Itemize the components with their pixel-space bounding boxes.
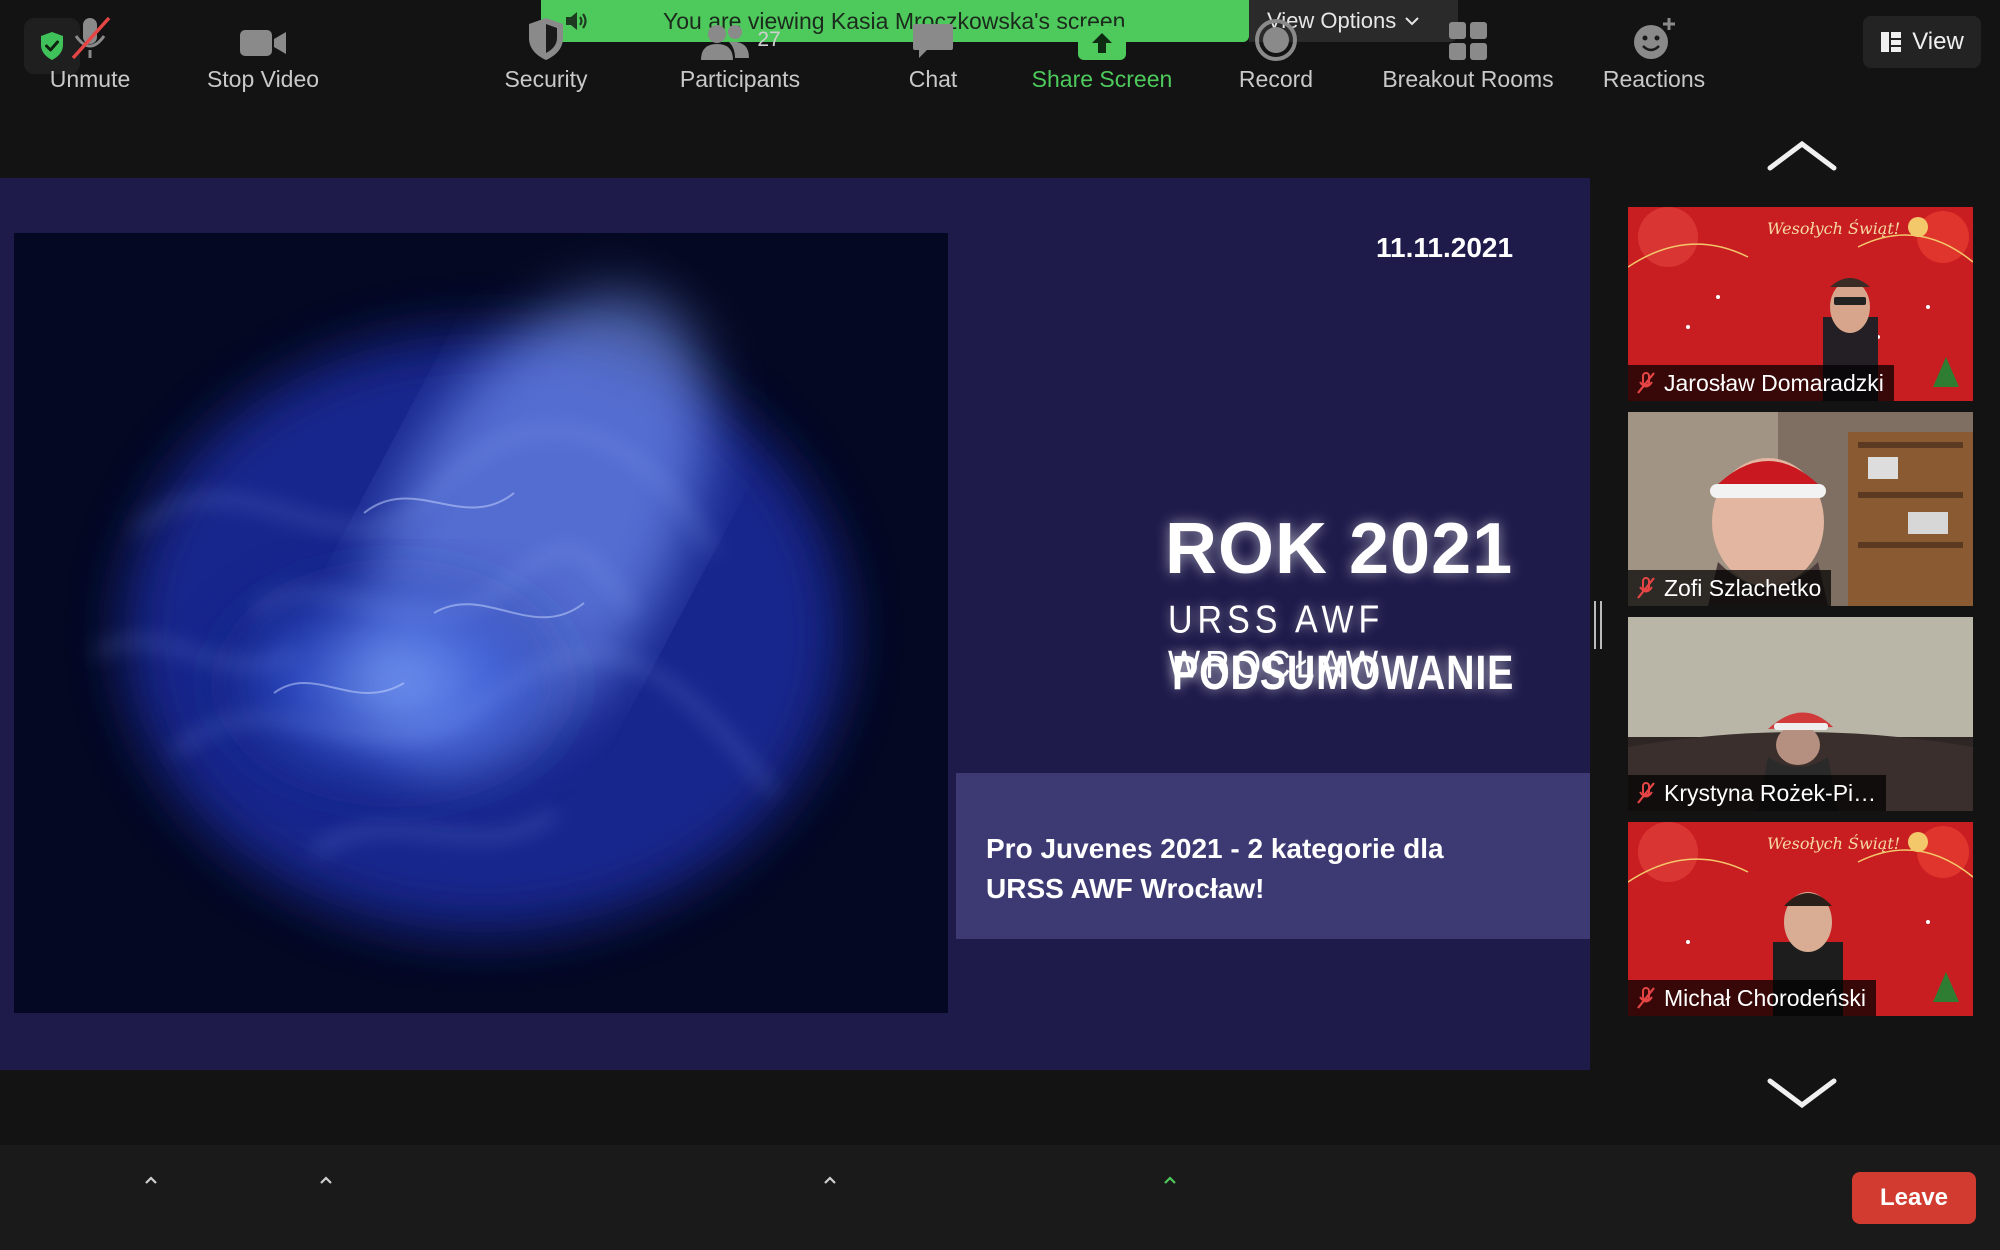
stop-video-label: Stop Video [206,66,320,92]
share-screen-icon [1078,26,1126,60]
participants-label: Participants [679,66,801,92]
muted-mic-icon [1637,782,1655,804]
video-camera-icon [240,30,286,56]
layout-icon [1881,32,1902,52]
greeting-banner-text: Wesołych Świąt! [1767,834,1901,853]
breakout-rooms-button[interactable]: Breakout Rooms [1370,0,1566,105]
muted-mic-icon [1637,372,1655,394]
record-button[interactable]: Record [1226,0,1326,105]
muted-mic-icon [1637,987,1655,1009]
participant-name: Zofi Szlachetko [1664,574,1822,601]
record-label: Record [1238,66,1314,92]
slide-summary-heading: PODSUMOWANIE [1172,647,1515,700]
muted-mic-icon [71,16,111,60]
slide-caption-line-1: Pro Juvenes 2021 - 2 kategorie dla [986,833,1444,864]
greeting-banner-text: Wesołych Świąt! [1767,219,1901,238]
security-button[interactable]: Security [496,0,596,105]
slide-caption-line-2: URSS AWF Wrocław! [986,873,1265,904]
resize-handle[interactable] [1594,601,1602,649]
chat-button[interactable]: Chat [888,0,978,105]
blue-smoke-image [14,233,948,1013]
chat-bubble-icon [913,24,953,58]
slide-caption-box: Pro Juvenes 2021 - 2 kategorie dla URSS … [956,773,1590,939]
participant-tile[interactable]: Wesołych Świąt! Michał Chorodeński [1628,822,1973,1016]
share-screen-button[interactable]: Share Screen [1022,0,1182,105]
view-button-label: View [1912,28,1964,55]
record-icon [1255,19,1297,61]
leave-button[interactable]: Leave [1852,1172,1976,1224]
unmute-label: Unmute [49,66,131,92]
participant-name-tag: Zofi Szlachetko [1628,570,1832,606]
participants-button[interactable]: 27 Participants [670,0,810,105]
reactions-button[interactable]: Reactions [1596,0,1712,105]
participant-tile[interactable]: Wesołych Świąt! Jarosław Domaradzki [1628,207,1973,401]
participants-count: 27 [757,28,781,51]
security-shield-icon [529,18,563,60]
participant-name-tag: Jarosław Domaradzki [1628,365,1894,401]
zoom-meeting-window: You are viewing Kasia Mroczkowska's scre… [0,0,2000,1250]
chevron-down-scroll-icon[interactable] [1766,1075,1838,1111]
stop-video-button[interactable]: Stop Video [200,0,326,105]
participants-options-caret-icon[interactable] [820,1170,840,1190]
share-screen-label: Share Screen [1031,66,1173,92]
breakout-rooms-icon [1449,22,1487,60]
participant-tile[interactable]: Zofi Szlachetko [1628,412,1973,606]
slide-title: ROK 2021 [1165,509,1514,589]
slide-date: 11.11.2021 [1376,232,1514,263]
participant-name: Krystyna Rożek-Pi… [1664,779,1877,806]
shared-screen: 11.11.2021 ROK 2021 URSS AWF WROCŁAW POD… [0,178,1590,1070]
security-label: Security [504,66,588,92]
muted-mic-icon [1637,577,1655,599]
participant-name: Jarosław Domaradzki [1664,369,1884,396]
participant-name: Michał Chorodeński [1664,984,1866,1011]
unmute-button[interactable]: Unmute [40,0,140,105]
audio-options-caret-icon[interactable] [141,1170,161,1190]
view-layout-button[interactable]: View [1863,16,1981,68]
breakout-rooms-label: Breakout Rooms [1382,66,1554,92]
chevron-up-icon[interactable] [1766,138,1838,174]
share-options-caret-icon[interactable] [1160,1170,1180,1190]
participant-name-tag: Michał Chorodeński [1628,980,1876,1016]
participants-icon [701,25,750,60]
chat-label: Chat [908,66,958,92]
meeting-toolbar [0,1145,2000,1250]
video-options-caret-icon[interactable] [316,1170,336,1190]
reactions-label: Reactions [1602,66,1706,92]
participant-tile[interactable]: Krystyna Rożek-Pi… [1628,617,1973,811]
reactions-smiley-icon [1634,18,1675,59]
participant-name-tag: Krystyna Rożek-Pi… [1628,775,1887,811]
